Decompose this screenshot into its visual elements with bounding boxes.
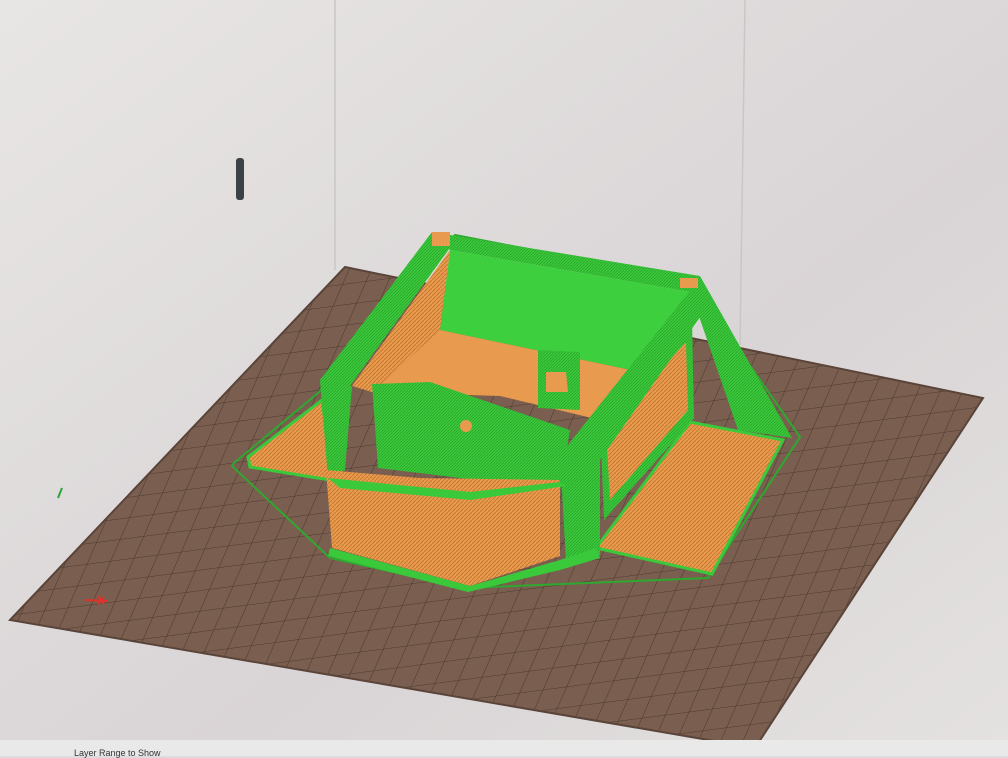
layer-slider-handle-icon bbox=[236, 158, 244, 200]
viewport-canvas[interactable] bbox=[0, 0, 1008, 756]
layer-range-label: Layer Range to Show bbox=[74, 748, 161, 758]
3d-viewport[interactable] bbox=[0, 0, 1008, 756]
